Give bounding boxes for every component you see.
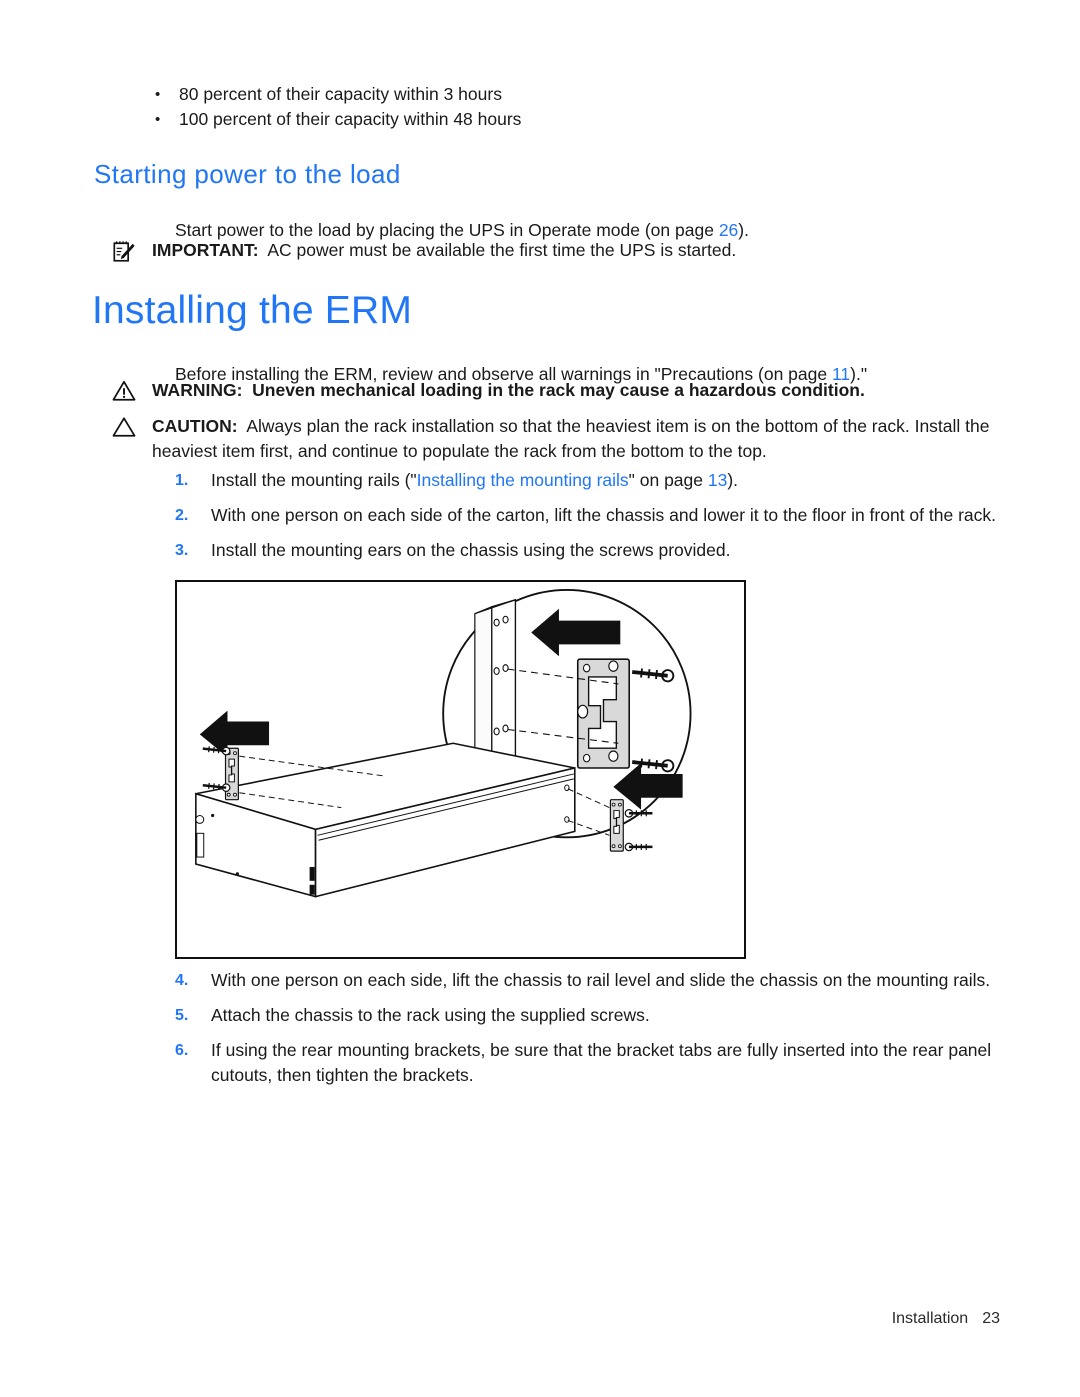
step-text-before: Install the mounting rails (": [211, 470, 417, 490]
list-item: 2. With one person on each side of the c…: [175, 503, 1005, 528]
step-text: Install the mounting rails ("Installing …: [211, 468, 1005, 493]
paragraph-text-before: Start power to the load by placing the U…: [175, 219, 719, 240]
bullet-dot-icon: •: [155, 86, 161, 103]
page-cross-reference[interactable]: 13: [708, 470, 727, 490]
list-item: 3. Install the mounting ears on the chas…: [175, 538, 1005, 563]
list-item: 1. Install the mounting rails ("Installi…: [175, 468, 1005, 493]
chapter-heading: Installing the ERM: [92, 289, 413, 332]
warning-text: Uneven mechanical loading in the rack ma…: [252, 380, 865, 400]
warning-triangle-icon: [112, 380, 152, 404]
caution-note-body: CAUTION: Always plan the rack installati…: [152, 414, 992, 464]
install-steps-top: 1. Install the mounting rails ("Installi…: [175, 468, 1005, 563]
list-item: • 100 percent of their capacity within 4…: [155, 107, 955, 132]
list-item: 5. Attach the chassis to the rack using …: [175, 1003, 1005, 1028]
step-number: 4.: [175, 972, 189, 989]
warning-label: WARNING:: [152, 380, 243, 400]
important-note: IMPORTANT: AC power must be available th…: [112, 238, 992, 263]
warning-note-body: WARNING: Uneven mechanical loading in th…: [152, 378, 992, 403]
step-text: Attach the chassis to the rack using the…: [211, 1005, 650, 1025]
step-text: Install the mounting ears on the chassis…: [211, 540, 731, 560]
step-text-middle: " on page: [628, 470, 708, 490]
important-label: IMPORTANT:: [152, 240, 259, 260]
screw-right-lower: [624, 841, 654, 852]
paragraph-text-after: ).: [738, 219, 749, 240]
caution-text: Always plan the rack installation so tha…: [152, 416, 990, 461]
erm-chassis-mounting-ears-illustration: [175, 580, 746, 959]
bullet-text: 80 percent of their capacity within 3 ho…: [179, 84, 502, 104]
important-note-body: IMPORTANT: AC power must be available th…: [152, 238, 992, 263]
bullet-text: 100 percent of their capacity within 48 …: [179, 109, 522, 129]
cross-reference-link[interactable]: Installing the mounting rails: [417, 470, 629, 490]
caution-note: CAUTION: Always plan the rack installati…: [112, 414, 992, 464]
step-text: If using the rear mounting brackets, be …: [211, 1040, 992, 1085]
footer-chapter: Installation: [891, 1310, 969, 1327]
erm-chassis: [195, 742, 576, 898]
note-pencil-icon: [112, 240, 152, 264]
capacity-bullet-list: • 80 percent of their capacity within 3 …: [155, 82, 955, 132]
step-text-after: ).: [727, 470, 739, 490]
page-cross-reference[interactable]: 26: [719, 220, 738, 240]
list-item: 4. With one person on each side, lift th…: [175, 968, 1005, 993]
step-number: 5.: [175, 1007, 189, 1024]
step-number: 6.: [175, 1042, 189, 1059]
rack-rail-post: [474, 598, 517, 773]
mounting-ear-detail: [576, 658, 630, 769]
list-item: • 80 percent of their capacity within 3 …: [155, 82, 955, 107]
step-number: 3.: [175, 542, 189, 559]
caution-triangle-icon: [112, 416, 152, 440]
section-heading: Starting power to the load: [94, 159, 401, 189]
bullet-dot-icon: •: [155, 111, 161, 128]
mounting-ear-left: [224, 747, 239, 801]
install-steps-bottom: 4. With one person on each side, lift th…: [175, 968, 1005, 1088]
document-page: • 80 percent of their capacity within 3 …: [0, 0, 1080, 1397]
list-item: 6. If using the rear mounting brackets, …: [175, 1038, 1005, 1088]
step-number: 2.: [175, 507, 189, 524]
step-number: 1.: [175, 472, 189, 489]
footer-page-number: 23: [982, 1310, 1000, 1327]
page-footer: Installation 23: [0, 1310, 1000, 1328]
important-text: AC power must be available the first tim…: [267, 240, 737, 260]
mounting-ear-right: [609, 799, 624, 852]
warning-note: WARNING: Uneven mechanical loading in th…: [112, 378, 992, 403]
step-text: With one person on each side of the cart…: [211, 505, 997, 525]
caution-label: CAUTION:: [152, 416, 238, 436]
step-text: With one person on each side, lift the c…: [211, 970, 991, 990]
